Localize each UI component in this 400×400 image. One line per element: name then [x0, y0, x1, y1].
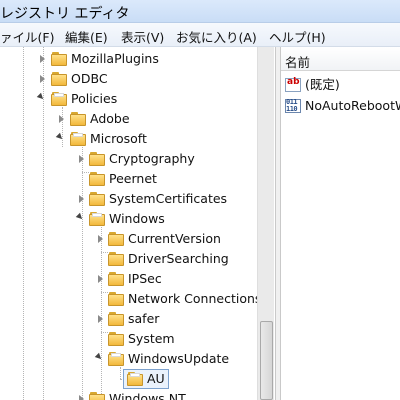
folder-icon: [127, 372, 143, 386]
expand-ipsec-toggle[interactable]: [98, 275, 103, 283]
menu-bar: ァイル(F) 編集(E) 表示(V) お気に入り(A) ヘルプ(H): [0, 23, 400, 47]
tree-node-systemcertificates[interactable]: SystemCertificates: [109, 191, 227, 207]
folder-icon: [89, 212, 105, 226]
title-bar: レジストリ エディタ: [0, 0, 400, 23]
menu-favorites[interactable]: お気に入り(A): [176, 27, 257, 46]
scrollbar-thumb[interactable]: [260, 321, 273, 400]
folder-icon: [89, 172, 105, 186]
window-title: レジストリ エディタ: [0, 6, 130, 22]
tree-node-au[interactable]: AU: [147, 371, 165, 387]
name-column-label: 名前: [285, 55, 311, 70]
expand-safer-toggle[interactable]: [98, 315, 103, 323]
tree-node-ipsec[interactable]: IPSec: [128, 271, 162, 287]
tree-node-currentversion[interactable]: CurrentVersion: [128, 231, 221, 247]
tree-vertical-scrollbar[interactable]: [257, 47, 274, 400]
string-value-icon: ab: [285, 77, 301, 92]
tree-line: [62, 107, 63, 147]
tree-node-windows[interactable]: Windows: [109, 211, 165, 227]
folder-icon: [89, 192, 105, 206]
folder-icon: [70, 112, 86, 126]
folder-icon: [51, 52, 67, 66]
folder-icon: [89, 152, 105, 166]
expand-currentversion-toggle[interactable]: [98, 235, 103, 243]
tree-line: [120, 367, 121, 379]
tree-line: [43, 47, 44, 400]
values-pane: 名前 ab (既定) 011 110 NoAutoRebootWi: [281, 47, 400, 400]
menu-help[interactable]: ヘルプ(H): [269, 27, 326, 46]
folder-icon: [108, 352, 124, 366]
expand-windows-nt-toggle[interactable]: [79, 395, 84, 400]
tree-node-microsoft[interactable]: Microsoft: [90, 131, 147, 147]
tree-line: [82, 147, 83, 400]
folder-icon: [108, 232, 124, 246]
folder-icon: [108, 292, 124, 306]
tree-line: [101, 252, 108, 253]
folder-icon: [108, 312, 124, 326]
folder-icon: [51, 72, 67, 86]
folder-icon: [51, 92, 67, 106]
tree-line: [82, 172, 89, 173]
tree-line: [101, 292, 108, 293]
tree-node-mozillaplugins[interactable]: MozillaPlugins: [71, 51, 159, 67]
folder-icon: [108, 332, 124, 346]
dword-value-icon: 011 110: [285, 99, 301, 113]
tree-node-windowsupdate[interactable]: WindowsUpdate: [128, 351, 229, 367]
menu-file[interactable]: ァイル(F): [0, 27, 54, 46]
value-name: NoAutoRebootWi: [305, 98, 400, 113]
tree-node-adobe[interactable]: Adobe: [90, 111, 130, 127]
folder-icon: [108, 252, 124, 266]
tree-node-system[interactable]: System: [128, 331, 175, 347]
tree-node-policies[interactable]: Policies: [71, 91, 117, 107]
folder-icon: [89, 392, 105, 400]
tree-node-windows-nt[interactable]: Windows NT: [109, 391, 186, 400]
folder-icon: [70, 132, 86, 146]
expand-adobe-toggle[interactable]: [59, 115, 64, 123]
expand-systemcertificates-toggle[interactable]: [79, 195, 84, 203]
tree-line: [101, 332, 108, 333]
tree-line: [23, 47, 24, 400]
tree-node-network-connections[interactable]: Network Connections: [128, 291, 261, 307]
folder-icon: [108, 272, 124, 286]
tree-node-peernet[interactable]: Peernet: [109, 171, 157, 187]
tree-node-driversearching[interactable]: DriverSearching: [128, 251, 229, 267]
key-tree-pane: MozillaPlugins ODBC Policies Adobe Micro…: [0, 47, 276, 400]
tree-node-safer[interactable]: safer: [128, 311, 159, 327]
menu-view[interactable]: 表示(V): [121, 27, 164, 46]
menu-edit[interactable]: 編集(E): [65, 27, 108, 46]
tree-node-cryptography[interactable]: Cryptography: [109, 151, 195, 167]
value-name: (既定): [305, 77, 340, 92]
expand-odbc-toggle[interactable]: [40, 75, 45, 83]
name-column-header[interactable]: 名前: [281, 47, 400, 71]
expand-cryptography-toggle[interactable]: [79, 155, 84, 163]
expand-mozillaplugins-toggle[interactable]: [40, 55, 45, 63]
tree-node-odbc[interactable]: ODBC: [71, 71, 108, 87]
